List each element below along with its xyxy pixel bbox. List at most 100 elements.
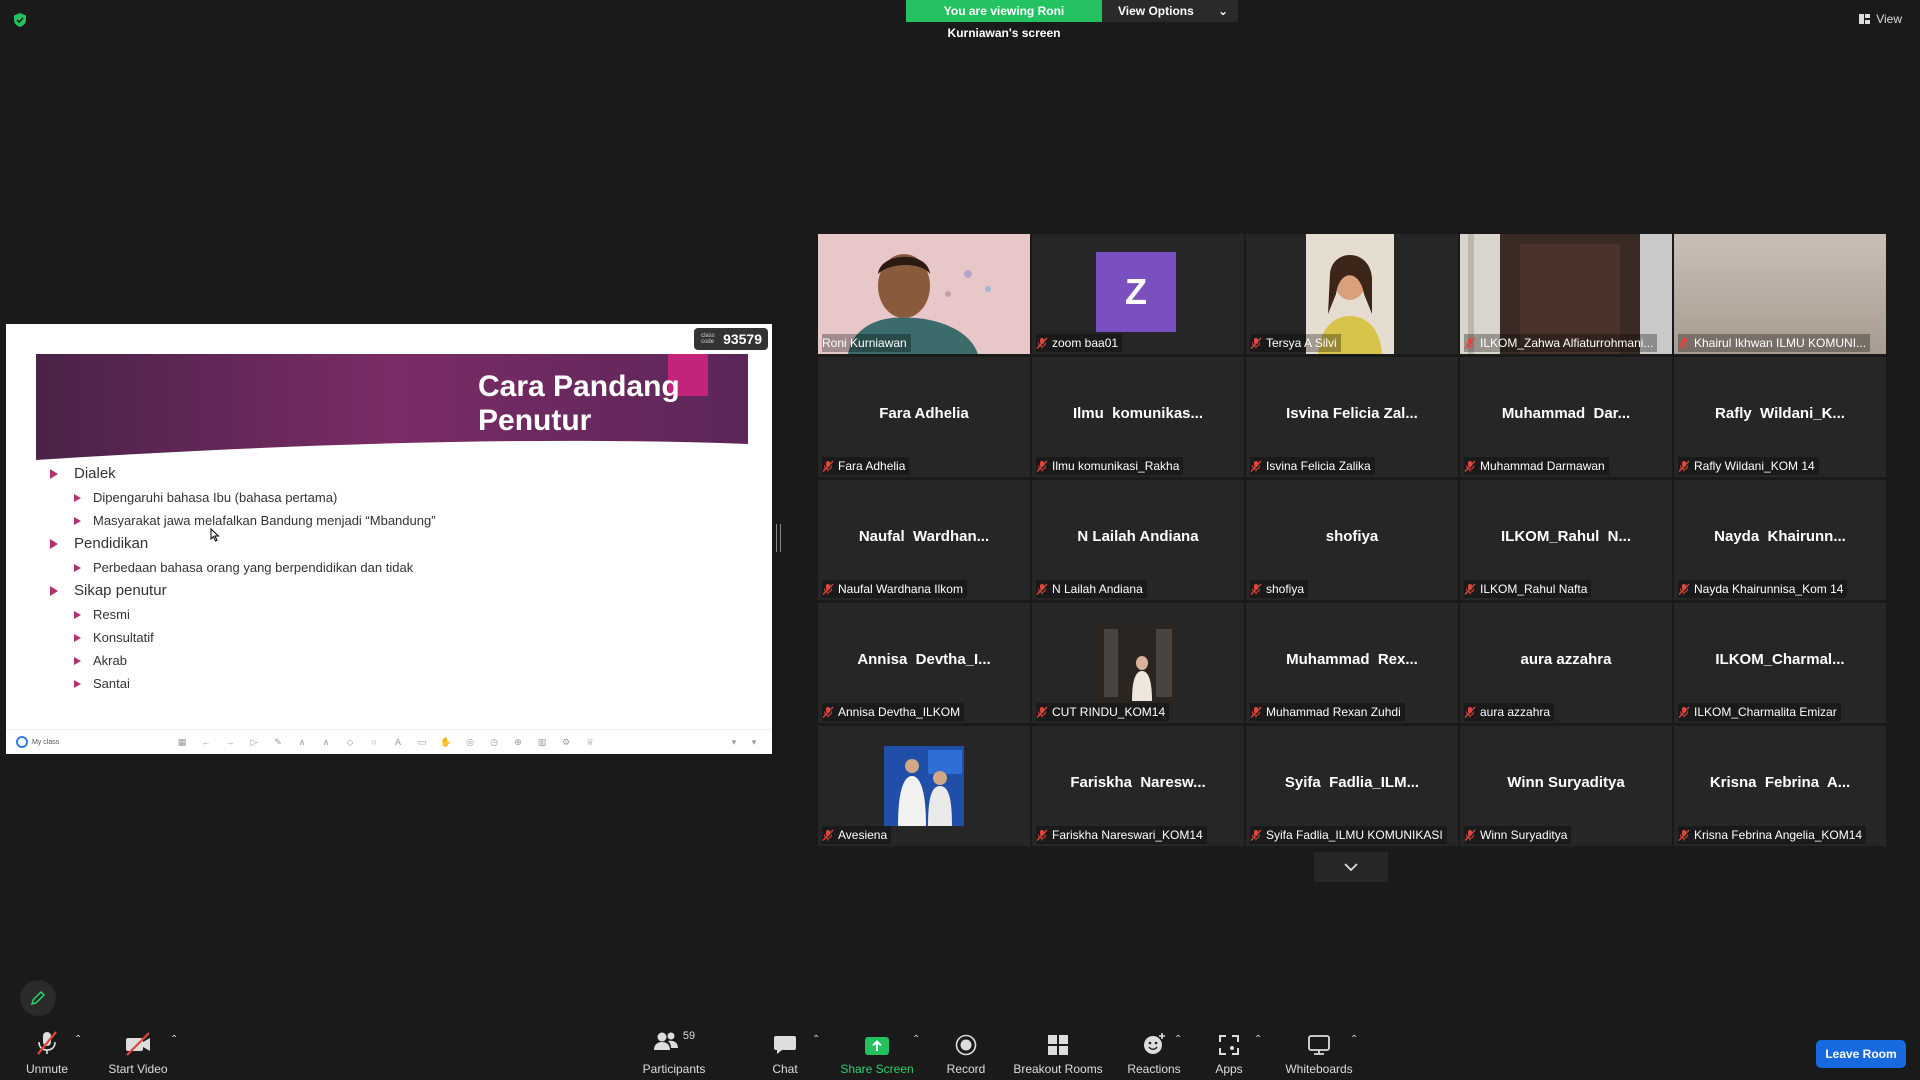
whiteboard-icon[interactable]: ▭ xyxy=(416,737,428,747)
chat-options-caret-icon[interactable]: ⌃ xyxy=(812,1034,820,1045)
bullet-text: Resmi xyxy=(93,607,130,622)
participant-name-label: Roni Kurniawan xyxy=(822,334,911,352)
text-icon[interactable]: A xyxy=(392,737,404,747)
screen-share-banner: You are viewing Roni Kurniawan's screen … xyxy=(906,0,1238,40)
participant-tile[interactable]: Isvina Felicia Zal... Isvina Felicia Zali… xyxy=(1246,357,1458,477)
my-class-button[interactable]: My class xyxy=(16,736,166,748)
muted-mic-icon xyxy=(1678,337,1690,349)
settings-icon[interactable]: ⚙ xyxy=(560,737,572,747)
video-options-caret-icon[interactable]: ⌃ xyxy=(170,1034,178,1045)
view-options-button[interactable]: View Options ⌄ xyxy=(1102,0,1238,22)
start-video-button[interactable]: Start Video xyxy=(108,1030,168,1076)
video-off-icon xyxy=(126,1032,150,1056)
participant-tile[interactable]: Krisna Febrina A... Krisna Febrina Angeli… xyxy=(1674,726,1886,846)
share-screen-button[interactable]: Share Screen xyxy=(840,1030,914,1076)
slide-title-line2: Penutur xyxy=(478,404,592,437)
web-icon[interactable]: ⊕ xyxy=(512,737,524,747)
timer-icon[interactable]: ◷ xyxy=(488,737,500,747)
split-view-resize-handle[interactable] xyxy=(776,524,781,552)
annotate-button[interactable] xyxy=(20,980,56,1016)
muted-mic-icon xyxy=(1464,829,1476,841)
pen-icon[interactable]: ∧ xyxy=(296,737,308,747)
participant-name-label: ILKOM_Charmalita Emizar xyxy=(1678,703,1841,721)
gallery-next-page-button[interactable] xyxy=(1314,852,1388,882)
muted-mic-icon xyxy=(1036,337,1048,349)
leave-room-button[interactable]: Leave Room xyxy=(1816,1040,1906,1068)
participant-tile[interactable]: Muhammad Dar... Muhammad Darmawan xyxy=(1460,357,1672,477)
participant-tile[interactable]: Annisa Devtha_I... Annisa Devtha_ILKOM xyxy=(818,603,1030,723)
participant-name-label: Naufal Wardhana Ilkom xyxy=(822,580,967,598)
muted-mic-icon xyxy=(1464,583,1476,595)
reactions-options-caret-icon[interactable]: ⌃ xyxy=(1174,1034,1182,1045)
participant-tile[interactable]: Zzoom baa01 xyxy=(1032,234,1244,354)
mouse-cursor-icon xyxy=(210,528,220,542)
viewing-screen-label: You are viewing Roni Kurniawan's screen xyxy=(906,0,1102,40)
breakout-rooms-button[interactable]: Breakout Rooms xyxy=(1013,1030,1103,1076)
next-arrow-icon[interactable]: → xyxy=(224,737,236,747)
participant-tile[interactable]: Ilmu komunikas... Ilmu komunikasi_Rakha xyxy=(1032,357,1244,477)
prev-arrow-icon[interactable]: ← xyxy=(200,737,212,747)
whiteboards-options-caret-icon[interactable]: ⌃ xyxy=(1350,1034,1358,1045)
chart-icon[interactable]: ▥ xyxy=(536,737,548,747)
close-toolbar-icon[interactable]: ▾ xyxy=(748,737,760,747)
shapes-icon[interactable]: ○ xyxy=(368,737,380,747)
slide-sub-bullet: Santai xyxy=(50,672,436,695)
participant-tile[interactable]: Muhammad Rex... Muhammad Rexan Zuhdi xyxy=(1246,603,1458,723)
participant-name: Naufal Wardhana Ilkom xyxy=(838,582,963,596)
muted-mic-icon xyxy=(1036,706,1048,718)
highlighter-icon[interactable]: ∧ xyxy=(320,737,332,747)
participant-name: Ilmu komunikasi_Rakha xyxy=(1052,459,1180,473)
record-icon xyxy=(955,1034,977,1056)
participant-name: shofiya xyxy=(1266,582,1305,596)
participant-tile[interactable]: Syifa Fadlia_ILM... Syifa Fadlia_ILMU KOM… xyxy=(1246,726,1458,846)
participant-tile[interactable]: Roni Kurniawan xyxy=(818,234,1030,354)
quiz-icon[interactable]: ◎ xyxy=(464,737,476,747)
laser-icon[interactable]: ✎ xyxy=(272,737,284,747)
view-layout-button[interactable]: View xyxy=(1859,12,1902,26)
minimize-icon[interactable]: ▾ xyxy=(728,737,740,747)
audio-options-caret-icon[interactable]: ⌃ xyxy=(74,1034,82,1045)
participant-name: Isvina Felicia Zalika xyxy=(1266,459,1371,473)
participant-tile[interactable]: Naufal Wardhan... Naufal Wardhana Ilkom xyxy=(818,480,1030,600)
share-options-caret-icon[interactable]: ⌃ xyxy=(912,1034,920,1045)
view-options-label: View Options xyxy=(1118,4,1194,18)
chat-button[interactable]: Chat xyxy=(770,1030,800,1076)
participant-tile[interactable]: Winn Suryaditya Winn Suryaditya xyxy=(1460,726,1672,846)
participant-tile[interactable]: ILKOM_Rahul N... ILKOM_Rahul Nafta xyxy=(1460,480,1672,600)
slide-bullet-list: Dialek Dipengaruhi bahasa Ibu (bahasa per… xyxy=(50,462,436,695)
participant-tile[interactable]: CUT RINDU_KOM14 xyxy=(1032,603,1244,723)
class-code-badge: class code 93579 xyxy=(694,328,768,350)
participant-name: Muhammad Rexan Zuhdi xyxy=(1266,705,1401,719)
breakout-rooms-label: Breakout Rooms xyxy=(1013,1062,1103,1076)
participant-tile[interactable]: ILKOM_Zahwa Alfiaturrohmani... xyxy=(1460,234,1672,354)
participant-tile[interactable]: Fara Adhelia Fara Adhelia xyxy=(818,357,1030,477)
participant-tile[interactable]: Avesiena xyxy=(818,726,1030,846)
eraser-icon[interactable]: ◇ xyxy=(344,737,356,747)
participants-button[interactable]: 59 Participants xyxy=(642,1030,706,1076)
participant-tile[interactable]: Rafly Wildani_K... Rafly Wildani_KOM 14 xyxy=(1674,357,1886,477)
apps-icon xyxy=(1219,1035,1239,1055)
participant-tile[interactable]: shofiya shofiya xyxy=(1246,480,1458,600)
participant-tile[interactable]: Khairul Ikhwan ILMU KOMUNI... xyxy=(1674,234,1886,354)
classpoint-toolbar: My class ▦ ← → ▷ ✎ ∧ ∧ ◇ ○ A ▭ ✋ ◎ ◷ ⊕ ▥… xyxy=(6,729,772,754)
participant-tile[interactable]: Fariskha Naresw... Fariskha Nareswari_KOM… xyxy=(1032,726,1244,846)
apps-button[interactable]: Apps xyxy=(1214,1030,1244,1076)
apps-options-caret-icon[interactable]: ⌃ xyxy=(1254,1034,1262,1045)
participant-tile[interactable]: N Lailah Andiana N Lailah Andiana xyxy=(1032,480,1244,600)
award-icon[interactable]: ♕ xyxy=(584,737,596,747)
hand-icon[interactable]: ✋ xyxy=(440,737,452,747)
muted-mic-icon xyxy=(1678,706,1690,718)
participant-tile[interactable]: ILKOM_Charmal... ILKOM_Charmalita Emizar xyxy=(1674,603,1886,723)
pointer-icon[interactable]: ▷ xyxy=(248,737,260,747)
participant-display-name: Naufal Wardhan... xyxy=(858,528,990,545)
chevron-down-icon: ⌄ xyxy=(1217,4,1228,18)
unmute-button[interactable]: Unmute xyxy=(22,1030,72,1076)
participant-tile[interactable]: Tersya A Silvi xyxy=(1246,234,1458,354)
participant-tile[interactable]: aura azzahra aura azzahra xyxy=(1460,603,1672,723)
whiteboards-button[interactable]: Whiteboards xyxy=(1284,1030,1354,1076)
grid-icon[interactable]: ▦ xyxy=(176,737,188,747)
record-button[interactable]: Record xyxy=(946,1030,986,1076)
participant-tile[interactable]: Nayda Khairunn... Nayda Khairunnisa_Kom 1… xyxy=(1674,480,1886,600)
security-shield-icon[interactable] xyxy=(12,12,28,28)
slide-bullet: Sikap penutur xyxy=(50,579,436,603)
